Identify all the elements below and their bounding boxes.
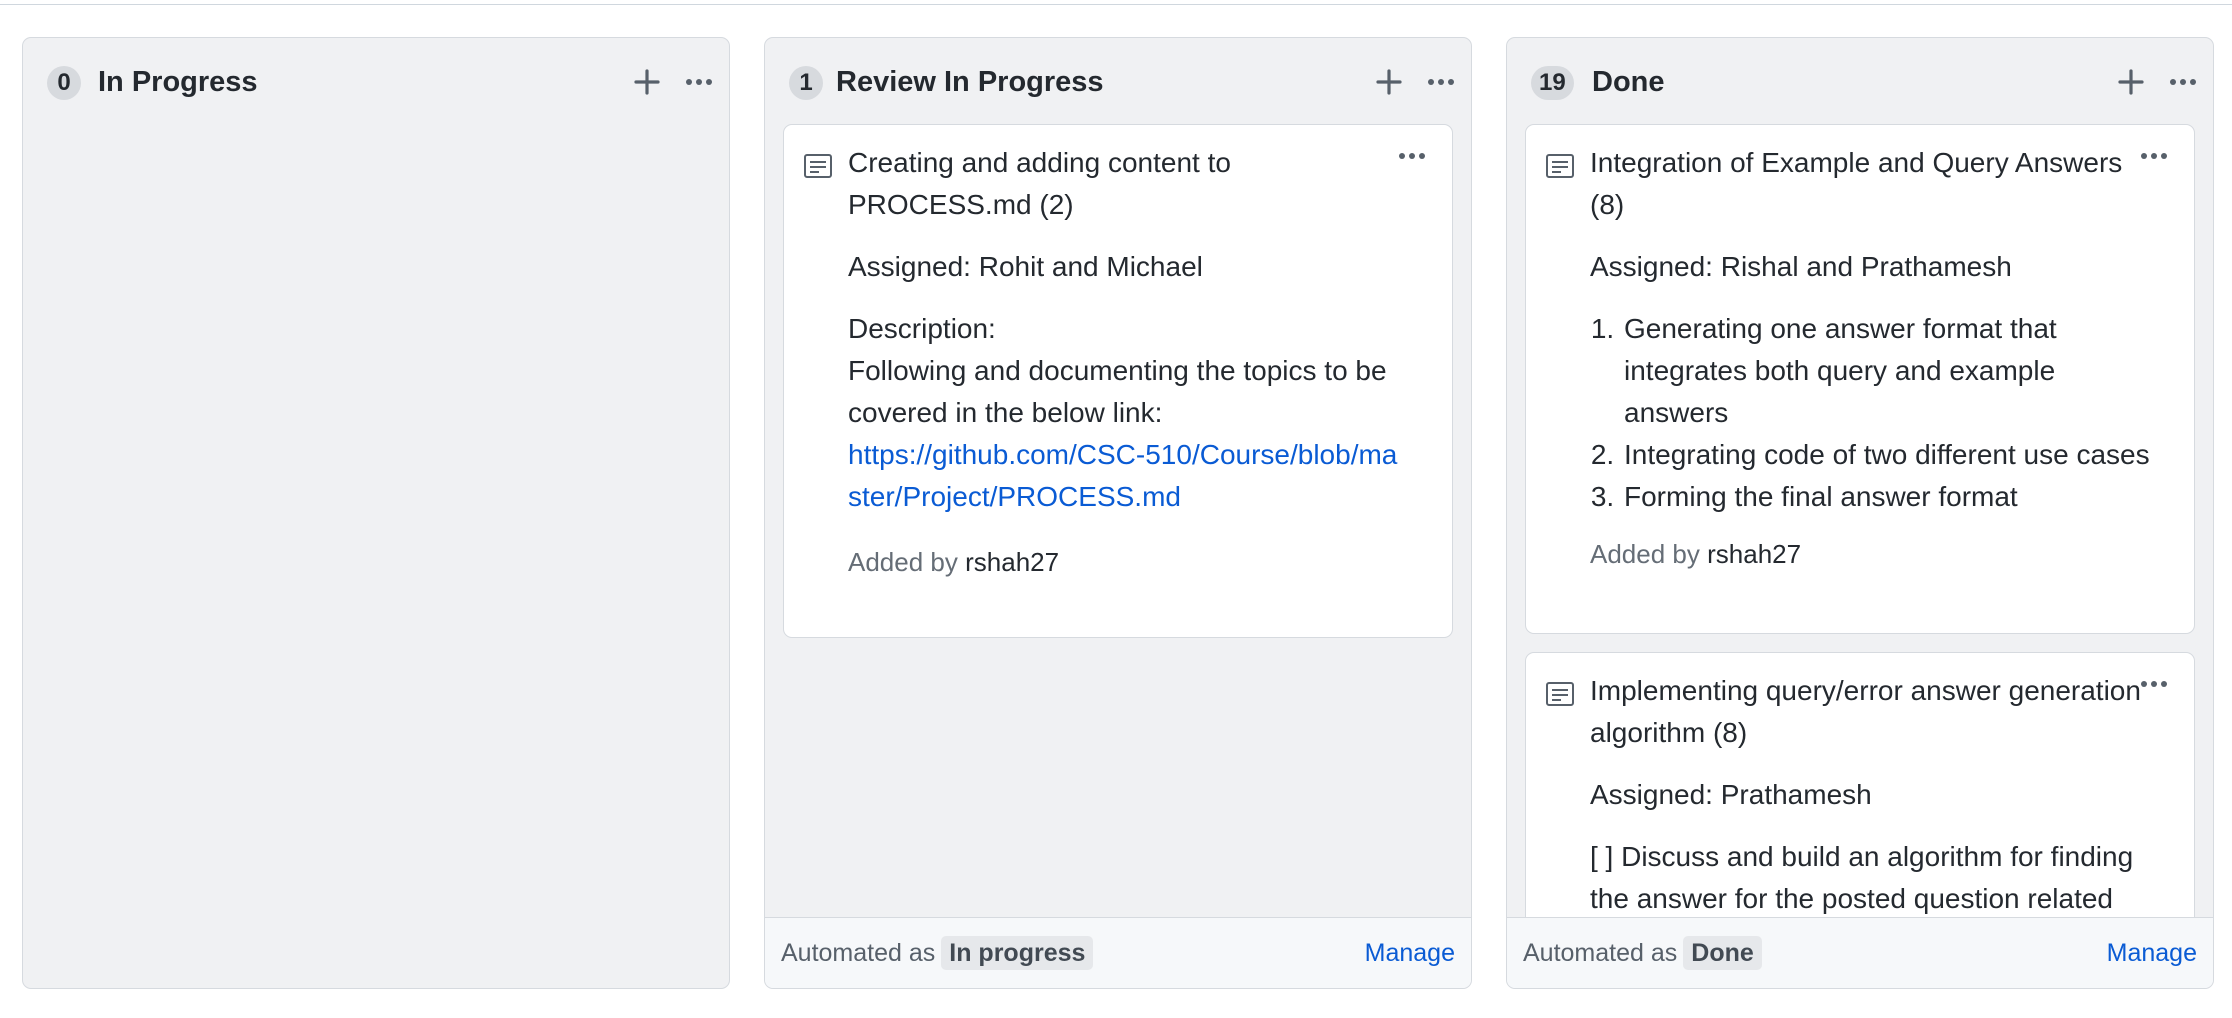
- project-card[interactable]: Implementing query/error answer generati…: [1525, 652, 2195, 932]
- description-text: Following and documenting the topics to …: [848, 355, 1387, 428]
- kebab-horizontal-icon: [1428, 79, 1454, 85]
- card-body: Creating and adding content to PROCESS.m…: [848, 142, 1408, 580]
- column-header: 0 In Progress: [23, 38, 729, 128]
- column-card-count: 19: [1531, 66, 1574, 100]
- automation-label: Automated as: [1523, 939, 1678, 967]
- plus-icon: [1376, 69, 1402, 95]
- list-item: Integrating code of two different use ca…: [1622, 434, 2150, 476]
- project-card[interactable]: Creating and adding content to PROCESS.m…: [783, 124, 1453, 638]
- note-icon: [803, 151, 833, 181]
- card-title: Implementing query/error answer generati…: [1590, 675, 2141, 748]
- column-title: Review In Progress: [836, 66, 1104, 98]
- column-review-in-progress: 1 Review In Progress Creating and adding…: [764, 37, 1472, 989]
- card-assignees: Assigned: Prathamesh: [1590, 779, 1872, 810]
- column-title: In Progress: [98, 66, 258, 98]
- description-label: Description:: [848, 313, 996, 344]
- list-item: Generating one answer format that integr…: [1622, 308, 2150, 434]
- column-title: Done: [1592, 66, 1665, 98]
- project-card[interactable]: Integration of Example and Query Answers…: [1525, 124, 2195, 634]
- automation-status: Automated as Done: [1523, 936, 1762, 970]
- column-done: 19 Done Integration of Example and Query…: [1506, 37, 2214, 989]
- add-card-button[interactable]: [627, 62, 667, 102]
- added-by-label: Added by: [848, 547, 958, 577]
- list-item: Forming the final answer format: [1622, 476, 2150, 518]
- add-card-button[interactable]: [2111, 62, 2151, 102]
- column-in-progress: 0 In Progress: [22, 37, 730, 989]
- manage-automation-link[interactable]: Manage: [2107, 936, 2197, 970]
- process-md-link[interactable]: https://github.com/CSC-510/Course/blob/m…: [848, 434, 1408, 518]
- automation-state-badge: In progress: [941, 936, 1094, 970]
- column-menu-button[interactable]: [679, 62, 719, 102]
- added-by-user[interactable]: rshah27: [965, 547, 1059, 577]
- plus-icon: [634, 69, 660, 95]
- automation-status: Automated as In progress: [781, 936, 1094, 970]
- column-menu-button[interactable]: [2163, 62, 2203, 102]
- column-automation-footer: Automated as In progress Manage: [765, 917, 1471, 988]
- column-card-count: 0: [47, 66, 81, 100]
- card-added-by: Added by rshah27: [1590, 536, 2150, 572]
- card-title: Integration of Example and Query Answers…: [1590, 147, 2123, 220]
- column-menu-button[interactable]: [1421, 62, 1461, 102]
- card-title: Creating and adding content to PROCESS.m…: [848, 147, 1231, 220]
- card-description: Description: Following and documenting t…: [848, 308, 1408, 518]
- added-by-label: Added by: [1590, 539, 1700, 569]
- top-divider: [0, 0, 2232, 5]
- kebab-horizontal-icon: [2170, 79, 2196, 85]
- card-added-by: Added by rshah27: [848, 544, 1408, 580]
- kebab-horizontal-icon: [686, 79, 712, 85]
- plus-icon: [2118, 69, 2144, 95]
- card-body: Integration of Example and Query Answers…: [1590, 142, 2150, 572]
- card-task: [ ] Discuss and build an algorithm for f…: [1590, 841, 2134, 914]
- column-automation-footer: Automated as Done Manage: [1507, 917, 2213, 988]
- note-icon: [1545, 679, 1575, 709]
- card-assignees: Assigned: Rohit and Michael: [848, 251, 1203, 282]
- automation-label: Automated as: [781, 939, 936, 967]
- column-header: 1 Review In Progress: [765, 38, 1471, 128]
- note-icon: [1545, 151, 1575, 181]
- add-card-button[interactable]: [1369, 62, 1409, 102]
- column-card-count: 1: [789, 66, 823, 100]
- card-step-list: Generating one answer format that integr…: [1590, 308, 2150, 518]
- added-by-user[interactable]: rshah27: [1707, 539, 1801, 569]
- card-assignees: Assigned: Rishal and Prathamesh: [1590, 251, 2012, 282]
- card-body: Implementing query/error answer generati…: [1590, 670, 2150, 920]
- manage-automation-link[interactable]: Manage: [1365, 936, 1455, 970]
- automation-state-badge: Done: [1683, 936, 1762, 970]
- column-header: 19 Done: [1507, 38, 2213, 128]
